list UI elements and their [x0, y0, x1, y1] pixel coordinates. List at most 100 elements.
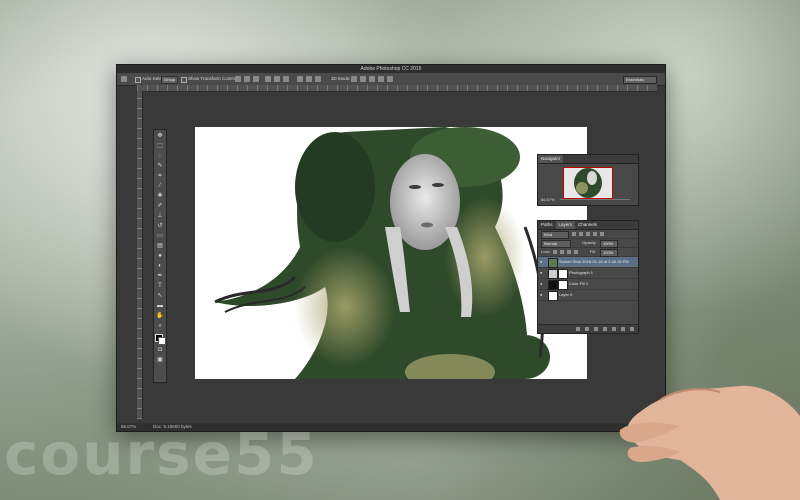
adjustment-layer-icon[interactable] [603, 327, 607, 331]
filter-smart-object-icon[interactable] [600, 232, 604, 236]
add-mask-icon[interactable] [594, 327, 598, 331]
distribute-top-icon[interactable] [297, 76, 303, 82]
blur-icon[interactable]: ● [156, 252, 164, 260]
visibility-eye-icon[interactable]: ● [540, 260, 544, 264]
screen-mode-icon[interactable]: ▣ [156, 356, 164, 364]
tab-channels[interactable]: Channels [575, 221, 600, 229]
navigator-preview[interactable] [563, 167, 613, 199]
align-right-icon[interactable] [283, 76, 289, 82]
new-group-icon[interactable] [612, 327, 616, 331]
hand-icon[interactable]: ✋ [156, 312, 164, 320]
tools-panel: ✥ ⬚ ◌ ✎ ⌗ ⁄ ✚ ✐ ⊥ ↺ ▭ ▤ ● ◐ ✒ T ↖ ▬ ✋ ⌕ ◘ ▣ [153, 129, 167, 383]
eyedropper-icon[interactable]: ⁄ [156, 182, 164, 190]
navigator-zoom-slider[interactable] [560, 199, 630, 200]
blend-mode-select[interactable]: Normal [541, 240, 571, 248]
zoom-icon[interactable]: ⌕ [156, 322, 164, 330]
lock-pixels-icon[interactable] [560, 250, 564, 254]
trash-icon[interactable] [630, 327, 634, 331]
filter-pixel-icon[interactable] [572, 232, 576, 236]
layer-thumbnail[interactable] [548, 258, 558, 268]
lock-position-icon[interactable] [567, 250, 571, 254]
crop-icon[interactable]: ⌗ [156, 172, 164, 180]
layer-row[interactable]: ● Color Fill 1 [538, 279, 638, 290]
layer-thumbnail[interactable] [548, 269, 558, 279]
tab-navigator[interactable]: Navigator [538, 155, 564, 163]
window-title: Adobe Photoshop CC 2015 [117, 65, 665, 73]
auto-select-checkbox[interactable] [135, 77, 141, 83]
vertical-ruler[interactable] [137, 91, 143, 419]
marquee-icon[interactable]: ⬚ [156, 142, 164, 150]
layer-name: Screen Shot 2016-01-18 at 3.46.15 PM [559, 259, 629, 264]
align-left-icon[interactable] [265, 76, 271, 82]
auto-select-dropdown[interactable]: Group [161, 76, 179, 84]
3d-roll-icon[interactable] [360, 76, 366, 82]
layers-footer [538, 324, 638, 333]
eraser-icon[interactable]: ▭ [156, 232, 164, 240]
horizontal-ruler[interactable] [137, 85, 657, 92]
show-transform-checkbox[interactable] [181, 77, 187, 83]
show-transform-label: Show Transform Controls [188, 76, 239, 81]
photoshop-window: Adobe Photoshop CC 2015 Auto-Select: Gro… [116, 64, 666, 432]
quick-mask-icon[interactable]: ◘ [156, 346, 164, 354]
double-exposure-artwork [214, 127, 550, 379]
document-canvas[interactable] [195, 127, 587, 379]
link-layers-icon[interactable] [576, 327, 580, 331]
navigator-tab-row: Navigator [538, 155, 638, 164]
layer-filter-row: Kind [538, 230, 638, 239]
color-swatches[interactable] [155, 334, 166, 345]
blend-opacity-row: Normal Opacity: 100% [538, 239, 638, 248]
clone-stamp-icon[interactable]: ⊥ [156, 212, 164, 220]
align-center-icon[interactable] [274, 76, 280, 82]
dodge-icon[interactable]: ◐ [156, 262, 164, 270]
move-tool-preset-icon[interactable] [121, 76, 127, 82]
visibility-eye-icon[interactable]: ● [540, 293, 544, 297]
filter-shape-icon[interactable] [593, 232, 597, 236]
shape-icon[interactable]: ▬ [156, 302, 164, 310]
3d-drag-icon[interactable] [369, 76, 375, 82]
brush-icon[interactable]: ✐ [156, 202, 164, 210]
lock-transparent-icon[interactable] [553, 250, 557, 254]
navigator-zoom-value[interactable]: 66.67% [541, 197, 555, 202]
3d-rotate-icon[interactable] [351, 76, 357, 82]
quick-select-icon[interactable]: ✎ [156, 162, 164, 170]
align-top-icon[interactable] [235, 76, 241, 82]
lock-label: Lock: [541, 249, 551, 254]
workspace-switcher[interactable]: Essentials [623, 76, 657, 84]
layer-row[interactable]: ● Screen Shot 2016-01-18 at 3.46.15 PM [538, 257, 638, 268]
layer-kind-filter[interactable]: Kind [541, 231, 569, 239]
fill-input[interactable]: 100% [600, 249, 618, 257]
visibility-eye-icon[interactable]: ● [540, 282, 544, 286]
background-color-swatch[interactable] [158, 337, 166, 345]
filter-type-icon[interactable] [586, 232, 590, 236]
hand-holding-screen [619, 385, 800, 500]
new-layer-icon[interactable] [621, 327, 625, 331]
opacity-input[interactable]: 100% [600, 240, 618, 248]
lasso-icon[interactable]: ◌ [156, 152, 164, 160]
path-select-icon[interactable]: ↖ [156, 292, 164, 300]
layer-thumbnail[interactable] [548, 280, 558, 290]
lock-all-icon[interactable] [574, 250, 578, 254]
3d-mode-label: 3D Mode: [331, 76, 351, 81]
layer-row[interactable]: ● Photograph 1 [538, 268, 638, 279]
pen-icon[interactable]: ✒ [156, 272, 164, 280]
distribute-middle-icon[interactable] [306, 76, 312, 82]
layer-row[interactable]: ● Layer 0 [538, 290, 638, 301]
distribute-bottom-icon[interactable] [315, 76, 321, 82]
layer-mask-thumbnail[interactable] [558, 269, 568, 279]
filter-adjustment-icon[interactable] [579, 232, 583, 236]
gradient-icon[interactable]: ▤ [156, 242, 164, 250]
healing-icon[interactable]: ✚ [156, 192, 164, 200]
3d-scale-icon[interactable] [387, 76, 393, 82]
layer-mask-thumbnail[interactable] [558, 280, 568, 290]
tab-paths[interactable]: Paths [538, 221, 556, 229]
3d-slide-icon[interactable] [378, 76, 384, 82]
tab-layers[interactable]: Layers [555, 221, 576, 229]
history-brush-icon[interactable]: ↺ [156, 222, 164, 230]
visibility-eye-icon[interactable]: ● [540, 271, 544, 275]
layer-thumbnail[interactable] [548, 291, 558, 301]
type-icon[interactable]: T [156, 282, 164, 290]
align-bottom-icon[interactable] [253, 76, 259, 82]
align-middle-icon[interactable] [244, 76, 250, 82]
layer-style-icon[interactable] [585, 327, 589, 331]
move-icon[interactable]: ✥ [156, 132, 164, 140]
